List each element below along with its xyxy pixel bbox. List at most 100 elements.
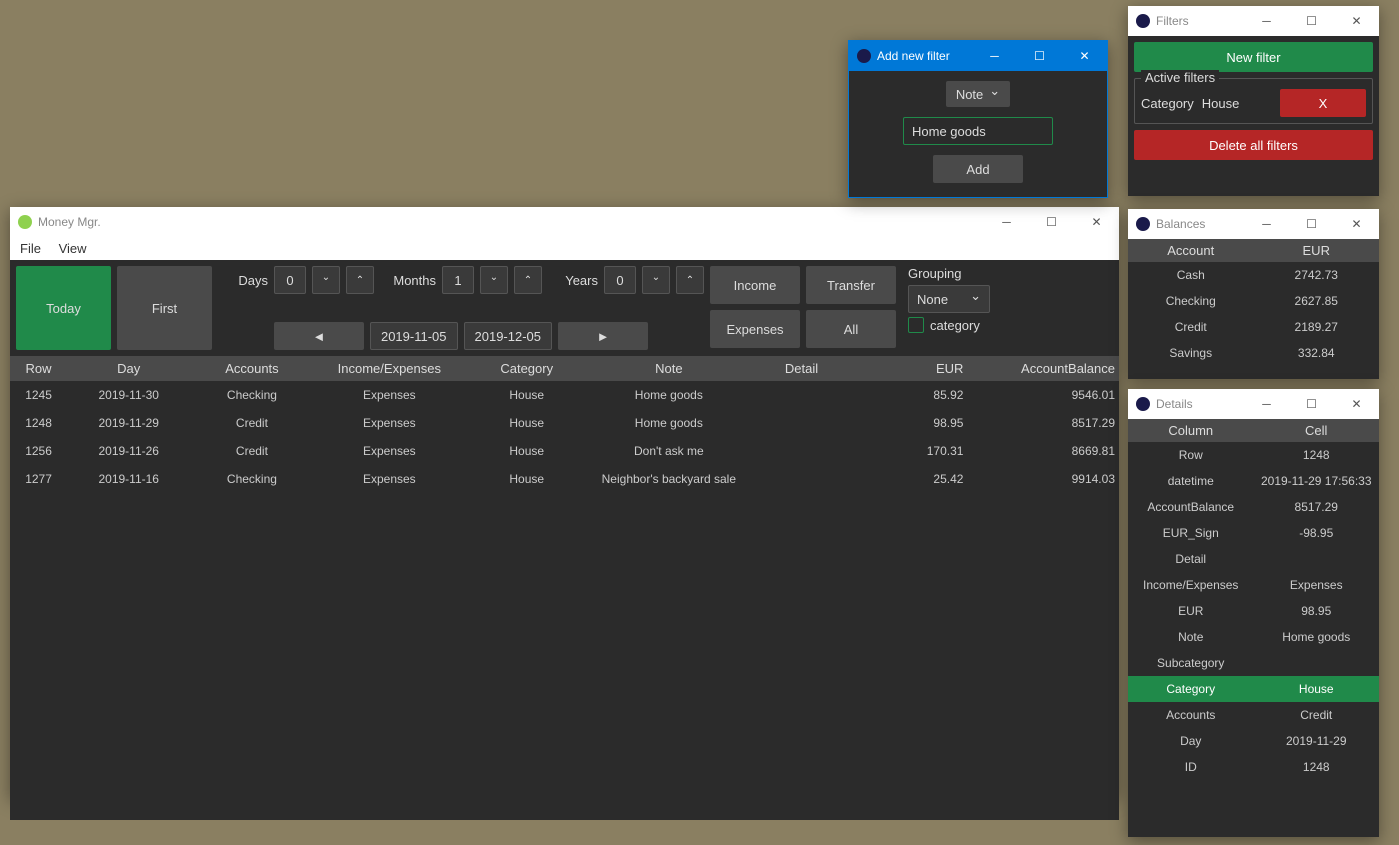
days-up-icon[interactable]: ⌃ bbox=[346, 266, 374, 294]
detail-row[interactable]: datetime2019-11-29 17:56:33 bbox=[1128, 468, 1379, 494]
balance-row[interactable]: Savings332.84 bbox=[1128, 340, 1379, 366]
close-button[interactable]: ✕ bbox=[1074, 207, 1119, 237]
close-button[interactable]: ✕ bbox=[1062, 41, 1107, 71]
app-icon bbox=[857, 49, 871, 63]
balances-titlebar[interactable]: Balances ─ ☐ ✕ bbox=[1128, 209, 1379, 239]
table-row[interactable]: 12562019-11-26CreditExpensesHouseDon't a… bbox=[10, 437, 1119, 465]
years-up-icon[interactable]: ⌃ bbox=[676, 266, 704, 294]
delete-all-filters-button[interactable]: Delete all filters bbox=[1134, 130, 1373, 160]
col-eur[interactable]: EUR bbox=[854, 359, 968, 378]
filter-field-value: Note bbox=[956, 87, 983, 102]
maximize-button[interactable]: ☐ bbox=[1289, 389, 1334, 419]
details-header: Column Cell bbox=[1128, 419, 1379, 442]
detail-row[interactable]: Subcategory bbox=[1128, 650, 1379, 676]
details-col-column[interactable]: Column bbox=[1128, 419, 1254, 442]
detail-row[interactable]: Detail bbox=[1128, 546, 1379, 572]
maximize-button[interactable]: ☐ bbox=[1029, 207, 1074, 237]
details-window: Details ─ ☐ ✕ Column Cell Row1248datetim… bbox=[1128, 389, 1379, 837]
detail-row[interactable]: ID1248 bbox=[1128, 754, 1379, 780]
days-down-icon[interactable] bbox=[312, 266, 340, 294]
col-day[interactable]: Day bbox=[67, 359, 190, 378]
table-row[interactable]: 12452019-11-30CheckingExpensesHouseHome … bbox=[10, 381, 1119, 409]
detail-row[interactable]: Row1248 bbox=[1128, 442, 1379, 468]
detail-row[interactable]: NoteHome goods bbox=[1128, 624, 1379, 650]
detail-row[interactable]: EUR_Sign-98.95 bbox=[1128, 520, 1379, 546]
date-to[interactable]: 2019-12-05 bbox=[464, 322, 553, 350]
days-value[interactable]: 0 bbox=[274, 266, 306, 294]
filter-value-input[interactable] bbox=[903, 117, 1053, 145]
remove-filter-button[interactable]: X bbox=[1280, 89, 1366, 117]
details-title: Details bbox=[1156, 397, 1193, 411]
menubar: File View bbox=[10, 237, 1119, 260]
col-category[interactable]: Category bbox=[465, 359, 588, 378]
years-value[interactable]: 0 bbox=[604, 266, 636, 294]
date-from[interactable]: 2019-11-05 bbox=[370, 322, 458, 350]
col-ie[interactable]: Income/Expenses bbox=[314, 359, 466, 378]
maximize-button[interactable]: ☐ bbox=[1289, 6, 1334, 36]
table-row[interactable]: 12772019-11-16CheckingExpensesHouseNeigh… bbox=[10, 465, 1119, 493]
minimize-button[interactable]: ─ bbox=[984, 207, 1029, 237]
active-filters-group: Active filters Category House X bbox=[1134, 78, 1373, 124]
months-down-icon[interactable] bbox=[480, 266, 508, 294]
add-button[interactable]: Add bbox=[933, 155, 1023, 183]
today-button[interactable]: Today bbox=[16, 266, 111, 350]
app-icon bbox=[1136, 217, 1150, 231]
col-balance[interactable]: AccountBalance bbox=[967, 359, 1119, 378]
col-note[interactable]: Note bbox=[588, 359, 749, 378]
close-button[interactable]: ✕ bbox=[1334, 6, 1379, 36]
filter-field-select[interactable]: Note bbox=[946, 81, 1010, 107]
active-filter-key: Category bbox=[1141, 96, 1194, 111]
all-button[interactable]: All bbox=[806, 310, 896, 348]
detail-row[interactable]: AccountBalance8517.29 bbox=[1128, 494, 1379, 520]
category-checkbox[interactable] bbox=[908, 317, 924, 333]
add-filter-titlebar[interactable]: Add new filter ─ ☐ ✕ bbox=[849, 41, 1107, 71]
chevron-down-icon bbox=[989, 86, 1000, 102]
chevron-down-icon bbox=[970, 291, 981, 307]
income-button[interactable]: Income bbox=[710, 266, 800, 304]
years-label: Years bbox=[548, 273, 598, 288]
minimize-button[interactable]: ─ bbox=[1244, 6, 1289, 36]
detail-row[interactable]: AccountsCredit bbox=[1128, 702, 1379, 728]
balances-header: Account EUR bbox=[1128, 239, 1379, 262]
detail-row[interactable]: Income/ExpensesExpenses bbox=[1128, 572, 1379, 598]
filters-titlebar[interactable]: Filters ─ ☐ ✕ bbox=[1128, 6, 1379, 36]
maximize-button[interactable]: ☐ bbox=[1017, 41, 1062, 71]
balances-col-eur[interactable]: EUR bbox=[1254, 239, 1380, 262]
prev-period-button[interactable]: ◄ bbox=[274, 322, 364, 350]
details-col-cell[interactable]: Cell bbox=[1254, 419, 1380, 442]
balances-title: Balances bbox=[1156, 217, 1205, 231]
balance-row[interactable]: Credit2189.27 bbox=[1128, 314, 1379, 340]
col-row[interactable]: Row bbox=[10, 359, 67, 378]
filters-window: Filters ─ ☐ ✕ New filter Active filters … bbox=[1128, 6, 1379, 196]
table-row[interactable]: 12482019-11-29CreditExpensesHouseHome go… bbox=[10, 409, 1119, 437]
close-button[interactable]: ✕ bbox=[1334, 209, 1379, 239]
minimize-button[interactable]: ─ bbox=[1244, 209, 1289, 239]
months-value[interactable]: 1 bbox=[442, 266, 474, 294]
col-detail[interactable]: Detail bbox=[749, 359, 853, 378]
detail-row[interactable]: EUR98.95 bbox=[1128, 598, 1379, 624]
months-up-icon[interactable]: ⌃ bbox=[514, 266, 542, 294]
minimize-button[interactable]: ─ bbox=[1244, 389, 1289, 419]
detail-row[interactable]: Day2019-11-29 bbox=[1128, 728, 1379, 754]
balances-window: Balances ─ ☐ ✕ Account EUR Cash2742.73Ch… bbox=[1128, 209, 1379, 379]
minimize-button[interactable]: ─ bbox=[972, 41, 1017, 71]
main-window: Money Mgr. ─ ☐ ✕ File View Today First D… bbox=[10, 207, 1119, 797]
next-period-button[interactable]: ► bbox=[558, 322, 648, 350]
first-button[interactable]: First bbox=[117, 266, 212, 350]
new-filter-button[interactable]: New filter bbox=[1134, 42, 1373, 72]
balances-col-account[interactable]: Account bbox=[1128, 239, 1254, 262]
expenses-button[interactable]: Expenses bbox=[710, 310, 800, 348]
menu-view[interactable]: View bbox=[59, 241, 87, 256]
close-button[interactable]: ✕ bbox=[1334, 389, 1379, 419]
balance-row[interactable]: Checking2627.85 bbox=[1128, 288, 1379, 314]
menu-file[interactable]: File bbox=[20, 241, 41, 256]
years-down-icon[interactable] bbox=[642, 266, 670, 294]
balance-row[interactable]: Cash2742.73 bbox=[1128, 262, 1379, 288]
detail-row[interactable]: CategoryHouse bbox=[1128, 676, 1379, 702]
transfer-button[interactable]: Transfer bbox=[806, 266, 896, 304]
maximize-button[interactable]: ☐ bbox=[1289, 209, 1334, 239]
main-titlebar[interactable]: Money Mgr. ─ ☐ ✕ bbox=[10, 207, 1119, 237]
details-titlebar[interactable]: Details ─ ☐ ✕ bbox=[1128, 389, 1379, 419]
col-accounts[interactable]: Accounts bbox=[190, 359, 313, 378]
grouping-select[interactable]: None bbox=[908, 285, 990, 313]
